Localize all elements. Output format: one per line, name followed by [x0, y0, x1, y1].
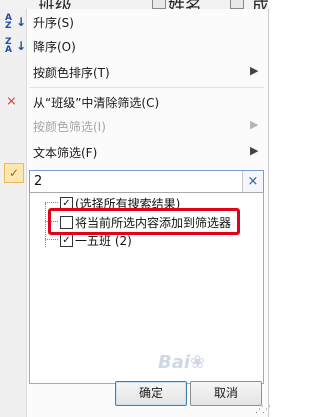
search-input-value: 2 [34, 174, 43, 189]
menu-item-label: 文本筛选(F) [33, 146, 98, 160]
menu-item-sort-by-color[interactable]: 按颜色排序(T) ▶ [0, 61, 268, 85]
checkbox-checked[interactable]: ✓ [60, 234, 73, 247]
menu-item-sort-ascending[interactable]: A Z ↓ 升序(S) [0, 11, 268, 35]
menu-separator [30, 87, 264, 88]
cancel-button[interactable]: 取消 [190, 381, 262, 406]
column-filter-dropdown-button-2[interactable] [230, 0, 244, 9]
filter-search-input[interactable]: 2 × [29, 170, 264, 194]
checkmark-icon: ✓ [4, 163, 24, 183]
menu-item-filter-by-color[interactable]: 按颜色筛选(I) ▶ [0, 115, 268, 139]
menu-item-label: 按颜色排序(T) [33, 66, 110, 80]
clear-search-icon[interactable]: × [242, 171, 263, 193]
menu-item-label: 从“班级”中清除筛选(C) [33, 96, 160, 110]
menu-item-clear-filter[interactable]: ⨯ 从“班级”中清除筛选(C) [0, 91, 268, 115]
clear-filter-icon: ⨯ [6, 94, 17, 109]
tree-connector [45, 239, 58, 240]
resize-grip-icon[interactable]: ⋰⋰ [255, 405, 271, 415]
submenu-arrow-icon: ▶ [250, 64, 259, 77]
menu-item-label: 降序(O) [33, 40, 76, 54]
tree-connector [45, 203, 46, 247]
submenu-arrow-icon: ▶ [250, 118, 259, 131]
tree-connector [45, 202, 58, 203]
column-filter-dropdown-button[interactable] [152, 0, 166, 9]
sort-descending-icon: Z A ↓ [5, 37, 27, 55]
ok-button[interactable]: 确定 [115, 381, 187, 406]
submenu-arrow-icon: ▶ [250, 144, 259, 157]
menu-item-sort-descending[interactable]: Z A ↓ 降序(O) [0, 35, 268, 59]
annotation-highlight-box [48, 208, 240, 235]
menu-item-label: 升序(S) [33, 16, 74, 30]
menu-item-label: 按颜色筛选(I) [33, 120, 106, 134]
watermark-logo: Bai❀ [158, 352, 206, 373]
sort-ascending-icon: A Z ↓ [5, 13, 27, 31]
menu-item-text-filter[interactable]: 文本筛选(F) ▶ [0, 141, 268, 165]
